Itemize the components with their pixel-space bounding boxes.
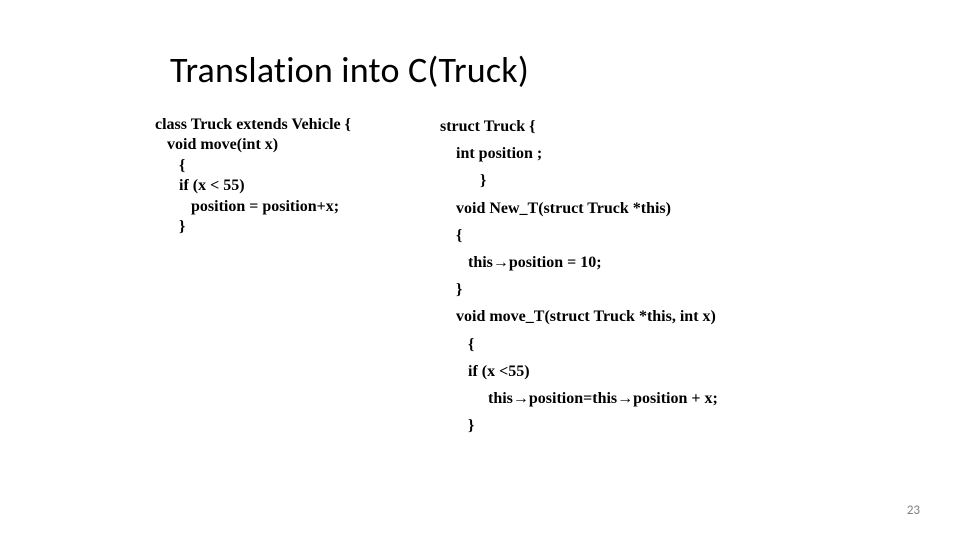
code-line: struct Truck { <box>440 118 535 135</box>
code-line: int position ; <box>440 140 860 167</box>
code-line: { <box>440 331 860 358</box>
code-line: void move_T(struct Truck *this, int x) <box>440 303 860 330</box>
code-line: this→position=this→position + x; <box>440 385 860 412</box>
code-line: } <box>440 412 860 439</box>
code-line: this→position = 10; <box>440 249 860 276</box>
code-line: void move(int x) <box>155 135 425 155</box>
code-line: } <box>440 276 860 303</box>
page-number: 23 <box>907 503 920 518</box>
code-line: class Truck extends Vehicle { <box>155 116 351 133</box>
code-line: } <box>155 217 425 237</box>
code-line: if (x <55) <box>440 358 860 385</box>
code-line: void New_T(struct Truck *this) <box>440 195 860 222</box>
slide: Translation into C(Truck) class Truck ex… <box>0 0 960 540</box>
code-line: position = position+x; <box>155 197 425 217</box>
code-line: } <box>440 167 860 194</box>
slide-title: Translation into C(Truck) <box>170 48 529 92</box>
code-line: { <box>155 156 425 176</box>
left-code-column: class Truck extends Vehicle { void move(… <box>155 115 425 238</box>
code-line: { <box>440 222 860 249</box>
right-code-column: struct Truck { int position ; } void New… <box>440 113 860 439</box>
code-line: if (x < 55) <box>155 176 425 196</box>
